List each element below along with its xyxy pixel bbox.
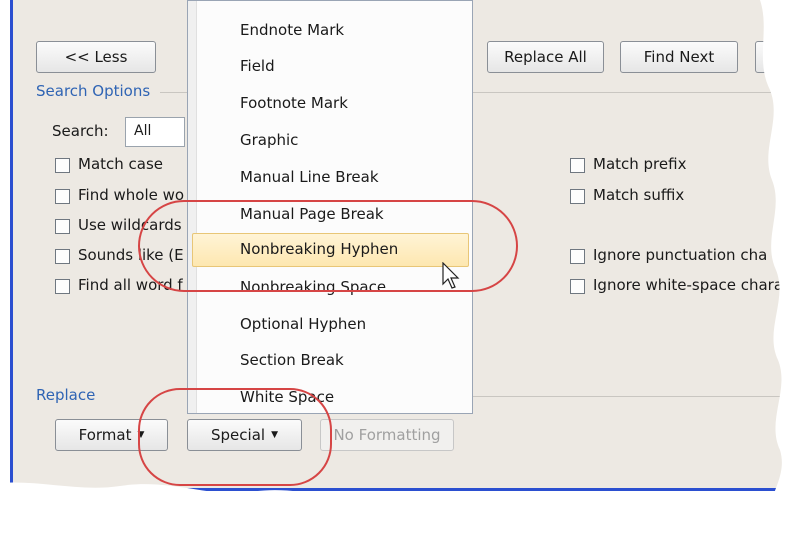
replace-group-label: Replace: [36, 386, 96, 404]
less-button[interactable]: << Less: [36, 41, 156, 73]
match-suffix-checkbox[interactable]: [570, 189, 585, 204]
menu-item-footnote-mark[interactable]: Footnote Mark: [240, 94, 348, 112]
match-prefix-label: Match prefix: [593, 155, 687, 173]
ignore-punctuation-checkbox[interactable]: [570, 249, 585, 264]
menu-item-graphic[interactable]: Graphic: [240, 131, 298, 149]
ignore-whitespace-label: Ignore white-space chara: [593, 276, 784, 294]
find-whole-words-checkbox[interactable]: [55, 189, 70, 204]
find-next-button[interactable]: Find Next: [620, 41, 738, 73]
format-button-label: Format: [78, 426, 132, 444]
match-prefix-checkbox[interactable]: [570, 158, 585, 173]
match-case-checkbox[interactable]: [55, 158, 70, 173]
search-options-label: Search Options: [36, 82, 151, 100]
replace-all-button[interactable]: Replace All: [487, 41, 604, 73]
menu-item-manual-line-break[interactable]: Manual Line Break: [240, 168, 379, 186]
ignore-punctuation-label: Ignore punctuation cha: [593, 246, 768, 264]
match-suffix-label: Match suffix: [593, 186, 685, 204]
cancel-button-partial[interactable]: [755, 41, 790, 73]
use-wildcards-checkbox[interactable]: [55, 219, 70, 234]
menu-item-optional-hyphen[interactable]: Optional Hyphen: [240, 315, 366, 333]
search-direction-select[interactable]: All: [125, 117, 185, 147]
annotation-circle-nonbreaking-hyphen: [138, 200, 518, 292]
menu-item-field[interactable]: Field: [240, 57, 275, 75]
search-options-divider-right: [473, 92, 790, 93]
no-formatting-button[interactable]: No Formatting: [320, 419, 454, 451]
find-whole-words-label: Find whole wo: [78, 186, 185, 204]
menu-item-section-break[interactable]: Section Break: [240, 351, 344, 369]
menu-item-endnote-mark[interactable]: Endnote Mark: [240, 21, 344, 39]
annotation-circle-special-button: [138, 388, 332, 486]
match-case-label: Match case: [78, 155, 164, 173]
sounds-like-checkbox[interactable]: [55, 249, 70, 264]
search-direction-label: Search:: [52, 122, 109, 140]
search-options-divider: [160, 92, 190, 93]
ignore-whitespace-checkbox[interactable]: [570, 279, 585, 294]
replace-divider: [473, 396, 790, 397]
find-all-word-forms-checkbox[interactable]: [55, 279, 70, 294]
